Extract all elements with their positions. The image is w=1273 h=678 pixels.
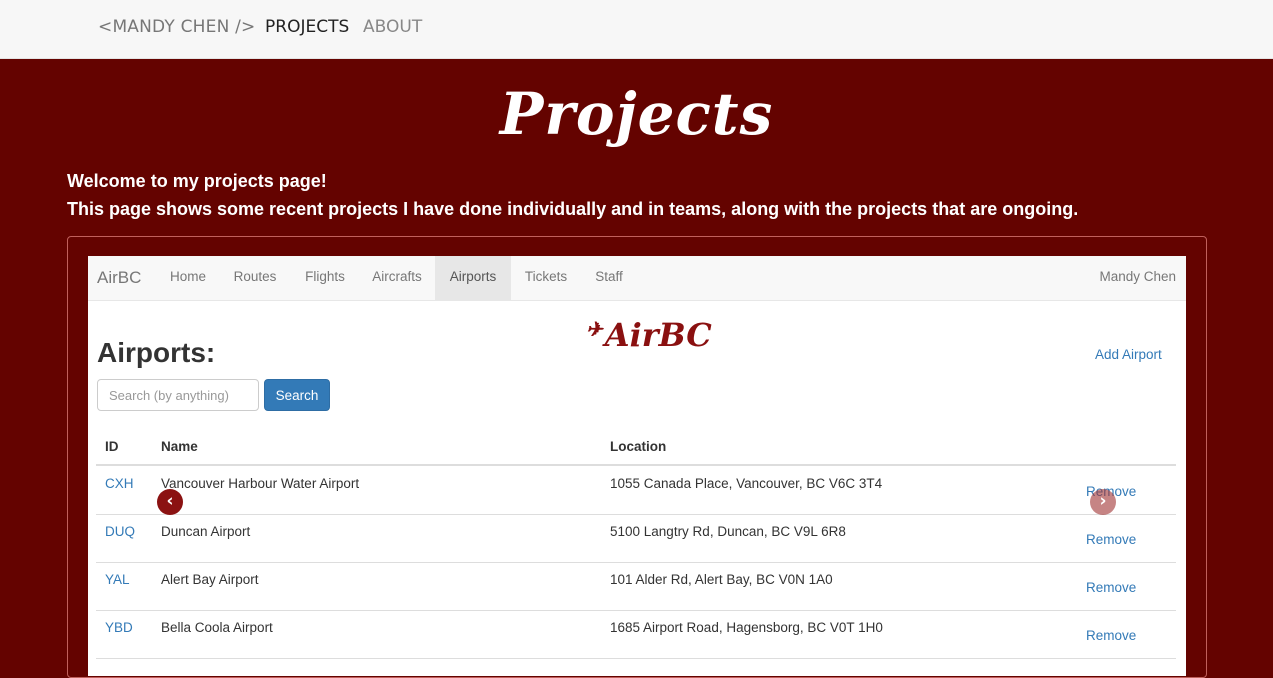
intro-line-2: This page shows some recent projects I h… xyxy=(67,199,1079,219)
carousel-prev-chevron-icon[interactable]: ‹ xyxy=(157,489,183,515)
airbc-tab-home: Home xyxy=(169,269,206,284)
carousel-slide-airbc: AirBC Home Routes Flights Aircrafts Airp… xyxy=(88,256,1186,676)
remove-link: Remove xyxy=(1086,628,1137,643)
airport-name: Duncan Airport xyxy=(161,524,251,539)
airport-id: YBD xyxy=(105,620,133,635)
airbc-tab-staff: Staff xyxy=(595,269,623,284)
airbc-tab-aircrafts: Aircrafts xyxy=(372,269,422,284)
carousel-next-chevron-icon[interactable]: › xyxy=(1090,489,1116,515)
remove-link: Remove xyxy=(1086,532,1137,547)
search-button: Search xyxy=(264,379,330,411)
intro-line-1: Welcome to my projects page! xyxy=(67,171,327,191)
airport-name: Alert Bay Airport xyxy=(161,572,259,587)
remove-link: Remove xyxy=(1086,580,1137,595)
airbc-tab-airports: Airports xyxy=(435,256,511,300)
airplane-icon: ✈ xyxy=(586,317,603,341)
airport-name: Bella Coola Airport xyxy=(161,620,273,635)
airbc-navbar: AirBC Home Routes Flights Aircrafts Airp… xyxy=(88,256,1186,301)
airport-name: Vancouver Harbour Water Airport xyxy=(161,476,360,491)
airbc-tab-routes: Routes xyxy=(233,269,277,284)
airports-heading: Airports: xyxy=(97,337,216,368)
column-header-name: Name xyxy=(161,439,198,454)
airbc-tab-flights: Flights xyxy=(305,269,345,284)
add-airport-link: Add Airport xyxy=(1095,347,1162,362)
airport-location: 5100 Langtry Rd, Duncan, BC V9L 6R8 xyxy=(610,524,846,539)
airbc-logo: ✈AirBC xyxy=(586,316,712,354)
airport-location: 101 Alder Rd, Alert Bay, BC V0N 1A0 xyxy=(610,572,833,587)
site-brand[interactable]: <MANDY CHEN /> xyxy=(98,17,256,37)
column-header-id: ID xyxy=(105,439,119,454)
table-row: YAL Alert Bay Airport 101 Alder Rd, Aler… xyxy=(96,562,1176,611)
airbc-user-name: Mandy Chen xyxy=(1099,269,1176,284)
column-header-location: Location xyxy=(610,439,667,454)
table-row: YBD Bella Coola Airport 1685 Airport Roa… xyxy=(96,610,1176,659)
airbc-logo-text: AirBC xyxy=(604,316,712,354)
table-row: DUQ Duncan Airport 5100 Langtry Rd, Dunc… xyxy=(96,514,1176,563)
airport-id: YAL xyxy=(105,572,130,587)
site-navbar: <MANDY CHEN /> PROJECTS ABOUT xyxy=(0,0,1273,59)
airport-search-input xyxy=(97,379,259,411)
airport-id: DUQ xyxy=(105,524,135,539)
airport-location: 1685 Airport Road, Hagensborg, BC V0T 1H… xyxy=(610,620,883,635)
intro-text: Welcome to my projects page! This page s… xyxy=(67,167,1078,223)
airport-id: CXH xyxy=(105,476,134,491)
airbc-brand: AirBC xyxy=(97,268,142,287)
nav-link-projects[interactable]: PROJECTS xyxy=(265,17,349,37)
nav-link-about[interactable]: ABOUT xyxy=(363,17,422,37)
airbc-tab-tickets: Tickets xyxy=(524,269,568,284)
airport-location: 1055 Canada Place, Vancouver, BC V6C 3T4 xyxy=(610,476,883,491)
table-row: CXH Vancouver Harbour Water Airport 1055… xyxy=(96,466,1176,515)
page-title: Projects xyxy=(499,80,774,148)
